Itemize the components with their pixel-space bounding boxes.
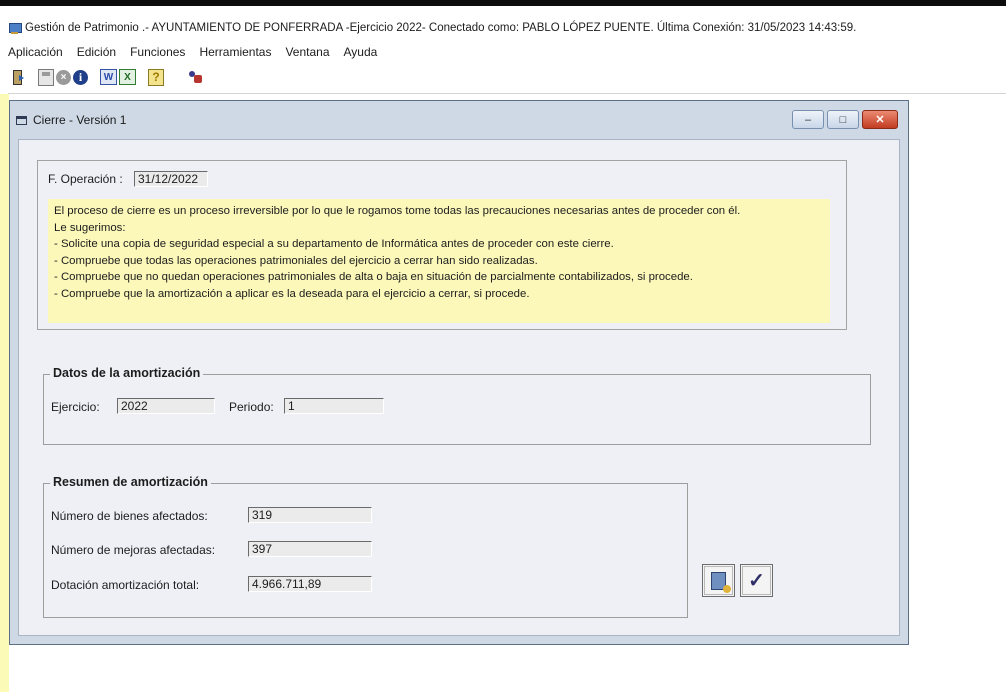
window-icon [16, 115, 27, 125]
app-logo-icon [8, 22, 22, 35]
toolbar: × i W X ? [8, 66, 206, 88]
amortization-data-title: Datos de la amortización [50, 366, 204, 380]
window-title: Cierre - Versión 1 [33, 113, 127, 127]
calculate-button[interactable] [702, 564, 735, 597]
notice-line: - Solicite una copia de seguridad especi… [54, 238, 614, 251]
menu-herramientas[interactable]: Herramientas [199, 45, 271, 59]
menu-aplicacion[interactable]: Aplicación [8, 45, 63, 59]
dotacion-label: Dotación amortización total: [51, 578, 200, 592]
window-client-area: F. Operación : 31/12/2022 El proceso de … [18, 139, 900, 636]
operation-date-field[interactable]: 31/12/2022 [134, 171, 208, 187]
toolbar-divider [8, 93, 1006, 94]
notice-line: El proceso de cierre es un proceso irrev… [54, 205, 741, 217]
close-button[interactable]: ✕ [862, 110, 898, 129]
help-icon[interactable]: ? [148, 68, 164, 86]
excel-icon[interactable]: X [119, 69, 136, 85]
amortization-data-group: Datos de la amortización Ejercicio: 2022… [43, 366, 871, 445]
dotacion-field[interactable]: 4.966.711,89 [248, 576, 372, 592]
app-title: Gestión de Patrimonio .- AYUNTAMIENTO DE… [25, 22, 857, 34]
amortization-summary-group: Resumen de amortización Número de bienes… [43, 475, 688, 618]
periodo-field[interactable]: 1 [284, 398, 384, 414]
checkmark-icon: ✓ [748, 569, 765, 592]
menu-edicion[interactable]: Edición [77, 45, 116, 59]
window-title-bar[interactable]: Cierre - Versión 1 – □ ✕ [10, 101, 908, 139]
info-icon[interactable]: i [73, 69, 88, 85]
bienes-label: Número de bienes afectados: [51, 509, 208, 523]
operation-panel: F. Operación : 31/12/2022 El proceso de … [37, 160, 847, 330]
maximize-button[interactable]: □ [827, 110, 859, 129]
cancel-icon[interactable]: × [56, 69, 71, 85]
operation-date-label: F. Operación : [48, 172, 123, 186]
warning-notice: El proceso de cierre es un proceso irrev… [48, 199, 830, 323]
minimize-button[interactable]: – [792, 110, 824, 129]
menu-funciones[interactable]: Funciones [130, 45, 185, 59]
notice-line: - Compruebe que no quedan operaciones pa… [54, 271, 693, 284]
app-title-bar: Gestión de Patrimonio .- AYUNTAMIENTO DE… [8, 20, 856, 36]
mejoras-field[interactable]: 397 [248, 541, 372, 557]
periodo-label: Periodo: [229, 400, 274, 414]
window-controls: – □ ✕ [792, 110, 898, 129]
word-icon[interactable]: W [100, 69, 117, 85]
ejercicio-label: Ejercicio: [51, 400, 100, 414]
notice-line: - Compruebe que la amortización a aplica… [54, 287, 530, 300]
menu-ventana[interactable]: Ventana [285, 45, 329, 59]
accept-button-face: ✓ [742, 566, 771, 595]
accept-button[interactable]: ✓ [740, 564, 773, 597]
notice-line: - Compruebe que todas las operaciones pa… [54, 254, 538, 267]
ejercicio-field[interactable]: 2022 [117, 398, 215, 414]
menu-bar: Aplicación Edición Funciones Herramienta… [8, 45, 377, 59]
save-icon[interactable] [38, 68, 54, 86]
screen-top-bar [0, 0, 1006, 6]
notice-line: Le sugerimos: [54, 221, 126, 234]
bienes-field[interactable]: 319 [248, 507, 372, 523]
calculator-icon [711, 571, 731, 593]
amortization-summary-title: Resumen de amortización [50, 475, 211, 489]
exit-icon[interactable] [8, 68, 26, 86]
mdi-background [0, 94, 9, 692]
cierre-window: Cierre - Versión 1 – □ ✕ F. Operación : … [9, 100, 909, 645]
users-icon[interactable] [186, 68, 204, 86]
calculate-button-face [704, 566, 733, 595]
menu-ayuda[interactable]: Ayuda [344, 45, 378, 59]
mejoras-label: Número de mejoras afectadas: [51, 543, 216, 557]
